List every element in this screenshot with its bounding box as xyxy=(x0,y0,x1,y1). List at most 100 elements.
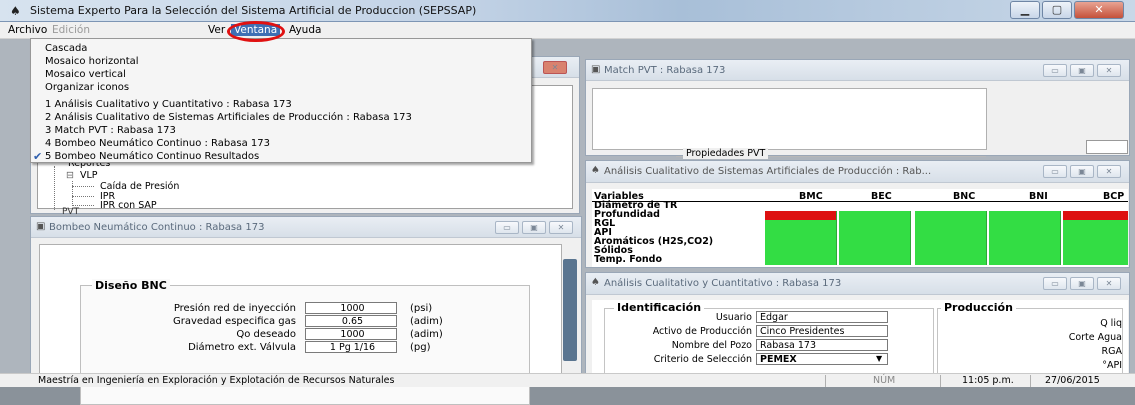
bombeo-field-label: Diámetro ext. Válvula xyxy=(188,342,296,353)
grid-cell xyxy=(915,247,987,256)
menu-item-mosaico-vertical[interactable]: Mosaico vertical xyxy=(45,69,126,80)
produccion-group xyxy=(937,308,1123,378)
window-icon: ▣ xyxy=(36,221,46,232)
menu-item-window-3[interactable]: 3 Match PVT : Rabasa 173 xyxy=(45,125,176,136)
window-title: Sistema Experto Para la Selección del Si… xyxy=(30,4,477,17)
bombeo-field-input[interactable]: 1 Pg 1/16 xyxy=(305,341,397,353)
bombeo-window: ▣ Bombeo Neumático Continuo : Rabasa 173… xyxy=(30,216,582,405)
tree-node-ipr-sap[interactable]: IPR con SAP xyxy=(100,200,157,211)
menu-item-window-5[interactable]: 5 Bombeo Neumático Continuo Resultados xyxy=(45,151,259,162)
cc-field-label: Usuario xyxy=(715,312,752,323)
bombeo-titlebar: ▣ Bombeo Neumático Continuo : Rabasa 173… xyxy=(31,217,581,238)
close-icon[interactable]: ✕ xyxy=(543,61,567,74)
minimize-icon[interactable]: ▭ xyxy=(1043,64,1067,77)
bombeo-field-unit: (psi) xyxy=(410,303,433,314)
status-bar: Maestría en Ingeniería en Exploración y … xyxy=(0,373,1135,387)
cc-field-input[interactable]: Cinco Presidentes xyxy=(756,325,888,337)
grid-cell xyxy=(989,211,1061,220)
grid-cell xyxy=(765,238,837,247)
minimize-icon[interactable]: ▭ xyxy=(1043,165,1067,178)
close-icon[interactable]: ✕ xyxy=(549,221,573,234)
produccion-item: °API xyxy=(1102,360,1122,371)
grid-cell xyxy=(989,256,1061,265)
menu-item-window-4[interactable]: 4 Bombeo Neumático Continuo : Rabasa 173 xyxy=(45,138,270,149)
analisis-cc-panel: Identificación Producción Usuario Edgar Ac… xyxy=(592,300,1128,378)
grid-cell xyxy=(915,229,987,238)
bombeo-field-input[interactable]: 0.65 xyxy=(305,315,397,327)
chevron-down-icon[interactable]: ▼ xyxy=(876,354,882,363)
cc-field-input[interactable]: Edgar xyxy=(756,311,888,323)
grid-cell xyxy=(1063,256,1128,265)
maximize-button[interactable]: ▢ xyxy=(1042,1,1072,19)
bombeo-field-unit: (adim) xyxy=(410,316,443,327)
menu-bar: Archivo Edición Ver Ventana Ayuda xyxy=(0,22,1135,39)
menu-archivo[interactable]: Archivo xyxy=(5,24,50,36)
menu-edicion[interactable]: Edición xyxy=(49,24,93,36)
match-pvt-titlebar: ▣ Match PVT : Rabasa 173 ▭ ▣ ✕ xyxy=(586,60,1129,81)
menu-item-mosaico-horizontal[interactable]: Mosaico horizontal xyxy=(45,56,139,67)
diseno-group-label: Diseño BNC xyxy=(92,279,170,292)
menu-item-window-2[interactable]: 2 Análisis Cualitativo de Sistemas Artif… xyxy=(45,112,412,123)
minimize-icon[interactable]: ▭ xyxy=(1043,277,1067,290)
analisis-cc-titlebar: ♠ Análisis Cualitativo y Cuantitativo : … xyxy=(586,273,1129,295)
grid-cell xyxy=(765,247,837,256)
minimize-button[interactable]: ▁ xyxy=(1010,1,1040,19)
cc-field-input[interactable]: Rabasa 173 xyxy=(756,339,888,351)
minimize-icon[interactable]: ▭ xyxy=(495,221,519,234)
maximize-icon[interactable]: ▣ xyxy=(522,221,546,234)
produccion-item: Q liq xyxy=(1100,318,1122,329)
grid-cell xyxy=(989,238,1061,247)
produccion-item: RGA xyxy=(1101,346,1122,357)
grid-cell xyxy=(1063,238,1128,247)
cc-field-label: Nombre del Pozo xyxy=(671,340,752,351)
grid-cell xyxy=(839,220,911,229)
bombeo-field-label: Qo deseado xyxy=(236,329,296,340)
grid-cell xyxy=(1063,211,1128,220)
grid-cell xyxy=(915,238,987,247)
cc-field-label: Criterio de Selección xyxy=(653,354,752,365)
grid-cell xyxy=(765,256,837,265)
grid-cell xyxy=(1063,247,1128,256)
window-icon: ♠ xyxy=(591,165,600,176)
menu-item-window-1[interactable]: 1 Análisis Cualitativo y Cuantitativo : … xyxy=(45,99,292,110)
analisis-sap-title: Análisis Cualitativo de Sistemas Artific… xyxy=(604,166,932,177)
grid-cell xyxy=(915,211,987,220)
maximize-icon[interactable]: ▣ xyxy=(1070,64,1094,77)
menu-item-cascada[interactable]: Cascada xyxy=(45,43,87,54)
analisis-sap-titlebar: ♠ Análisis Cualitativo de Sistemas Artif… xyxy=(586,161,1129,183)
scrollbar[interactable] xyxy=(563,259,577,361)
grid-row-label: Temp. Fondo xyxy=(594,254,662,265)
title-bar: ♠ Sistema Experto Para la Selección del … xyxy=(0,0,1135,22)
match-pvt-title: Match PVT : Rabasa 173 xyxy=(604,65,726,76)
tree-node-vlp[interactable]: VLP xyxy=(80,170,98,181)
window-icon: ♠ xyxy=(591,277,600,288)
close-icon[interactable]: ✕ xyxy=(1097,165,1121,178)
cc-field-input[interactable]: PEMEX xyxy=(756,353,888,365)
menu-item-organizar-iconos[interactable]: Organizar iconos xyxy=(45,82,129,93)
grid-cell xyxy=(1063,220,1128,229)
expand-icon[interactable]: ⊟ xyxy=(66,170,74,181)
grid-cell xyxy=(765,229,837,238)
close-button[interactable]: ✕ xyxy=(1074,1,1124,19)
bombeo-field-input[interactable]: 1000 xyxy=(305,302,397,314)
grid-cell xyxy=(915,256,987,265)
bombeo-field-input[interactable]: 1000 xyxy=(305,328,397,340)
status-num: NÚM xyxy=(873,375,896,386)
grid-cell xyxy=(765,220,837,229)
grid-cell xyxy=(989,220,1061,229)
close-icon[interactable]: ✕ xyxy=(1097,64,1121,77)
maximize-icon[interactable]: ▣ xyxy=(1070,165,1094,178)
maximize-icon[interactable]: ▣ xyxy=(1070,277,1094,290)
cc-field-label: Activo de Producción xyxy=(652,326,752,337)
sap-grid: Variables BMC BEC BNC BNI BCP Diámetro d… xyxy=(592,189,1128,267)
grid-cell xyxy=(839,229,911,238)
close-icon[interactable]: ✕ xyxy=(1097,277,1121,290)
bombeo-field-unit: (adim) xyxy=(410,329,443,340)
bombeo-panel: Diseño BNC Presión red de inyección 1000 (… xyxy=(39,244,562,405)
grid-cell xyxy=(989,247,1061,256)
ventana-dropdown: Cascada Mosaico horizontal Mosaico verti… xyxy=(30,38,532,163)
menu-ver[interactable]: Ver xyxy=(205,24,228,36)
menu-ayuda[interactable]: Ayuda xyxy=(286,24,324,36)
status-text: Maestría en Ingeniería en Exploración y … xyxy=(38,375,395,386)
bombeo-field-label: Presión red de inyección xyxy=(173,303,296,314)
